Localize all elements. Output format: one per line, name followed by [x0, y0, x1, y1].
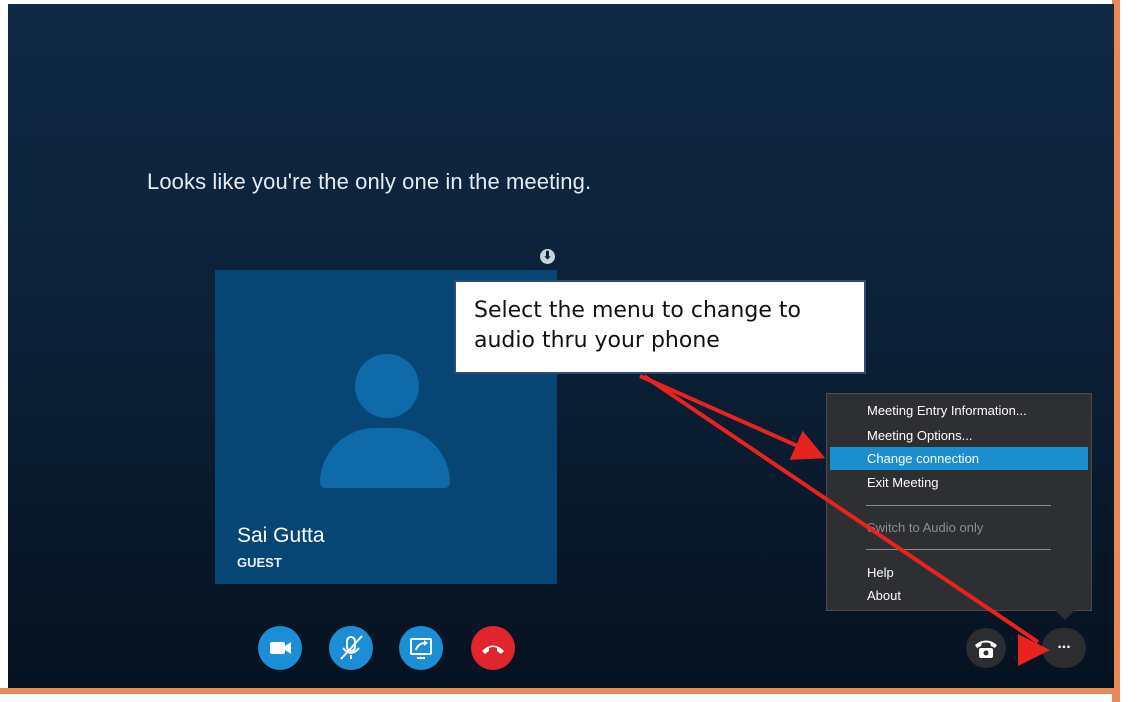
avatar-head: [355, 354, 419, 418]
more-options-button[interactable]: ...: [1042, 628, 1086, 668]
participant-role: GUEST: [237, 555, 282, 570]
menu-item-meeting-entry-information[interactable]: Meeting Entry Information...: [830, 399, 1088, 422]
mute-button[interactable]: [329, 626, 373, 670]
share-button[interactable]: [399, 626, 443, 670]
menu-item-help[interactable]: Help: [830, 561, 1088, 584]
participant-name: Sai Gutta: [237, 524, 325, 547]
menu-item-switch-to-audio-only: Switch to Audio only: [867, 520, 984, 535]
instruction-callout: Select the menu to change to audio thru …: [454, 280, 866, 374]
ellipsis-icon: ...: [1057, 635, 1071, 652]
hang-up-button[interactable]: [471, 626, 515, 670]
dialpad-button[interactable]: [966, 628, 1006, 668]
menu-item-change-connection[interactable]: Change connection: [830, 447, 1088, 470]
hang-up-phone-icon: [482, 645, 504, 654]
video-camera-icon: [270, 642, 291, 654]
bottom-edge-decoration: [0, 688, 1120, 694]
share-screen-icon: [410, 638, 432, 659]
menu-item-meeting-options[interactable]: Meeting Options...: [830, 424, 1088, 447]
meeting-status-message: Looks like you're the only one in the me…: [147, 169, 592, 194]
phone-dialpad-icon: [975, 640, 997, 658]
menu-separator: [866, 549, 1051, 550]
down-arrow-icon[interactable]: ⬇: [540, 249, 555, 264]
microphone-muted-icon: [340, 635, 363, 660]
more-options-menu: Meeting Entry Information... Meeting Opt…: [826, 393, 1092, 620]
avatar-body: [320, 428, 450, 488]
menu-separator: [866, 505, 1051, 506]
video-button[interactable]: [258, 626, 302, 670]
menu-item-exit-meeting[interactable]: Exit Meeting: [830, 471, 1088, 494]
right-edge-decoration: [1112, 0, 1145, 702]
menu-item-about[interactable]: About: [830, 584, 1088, 607]
meeting-stage: Looks like you're the only one in the me…: [8, 4, 1114, 688]
